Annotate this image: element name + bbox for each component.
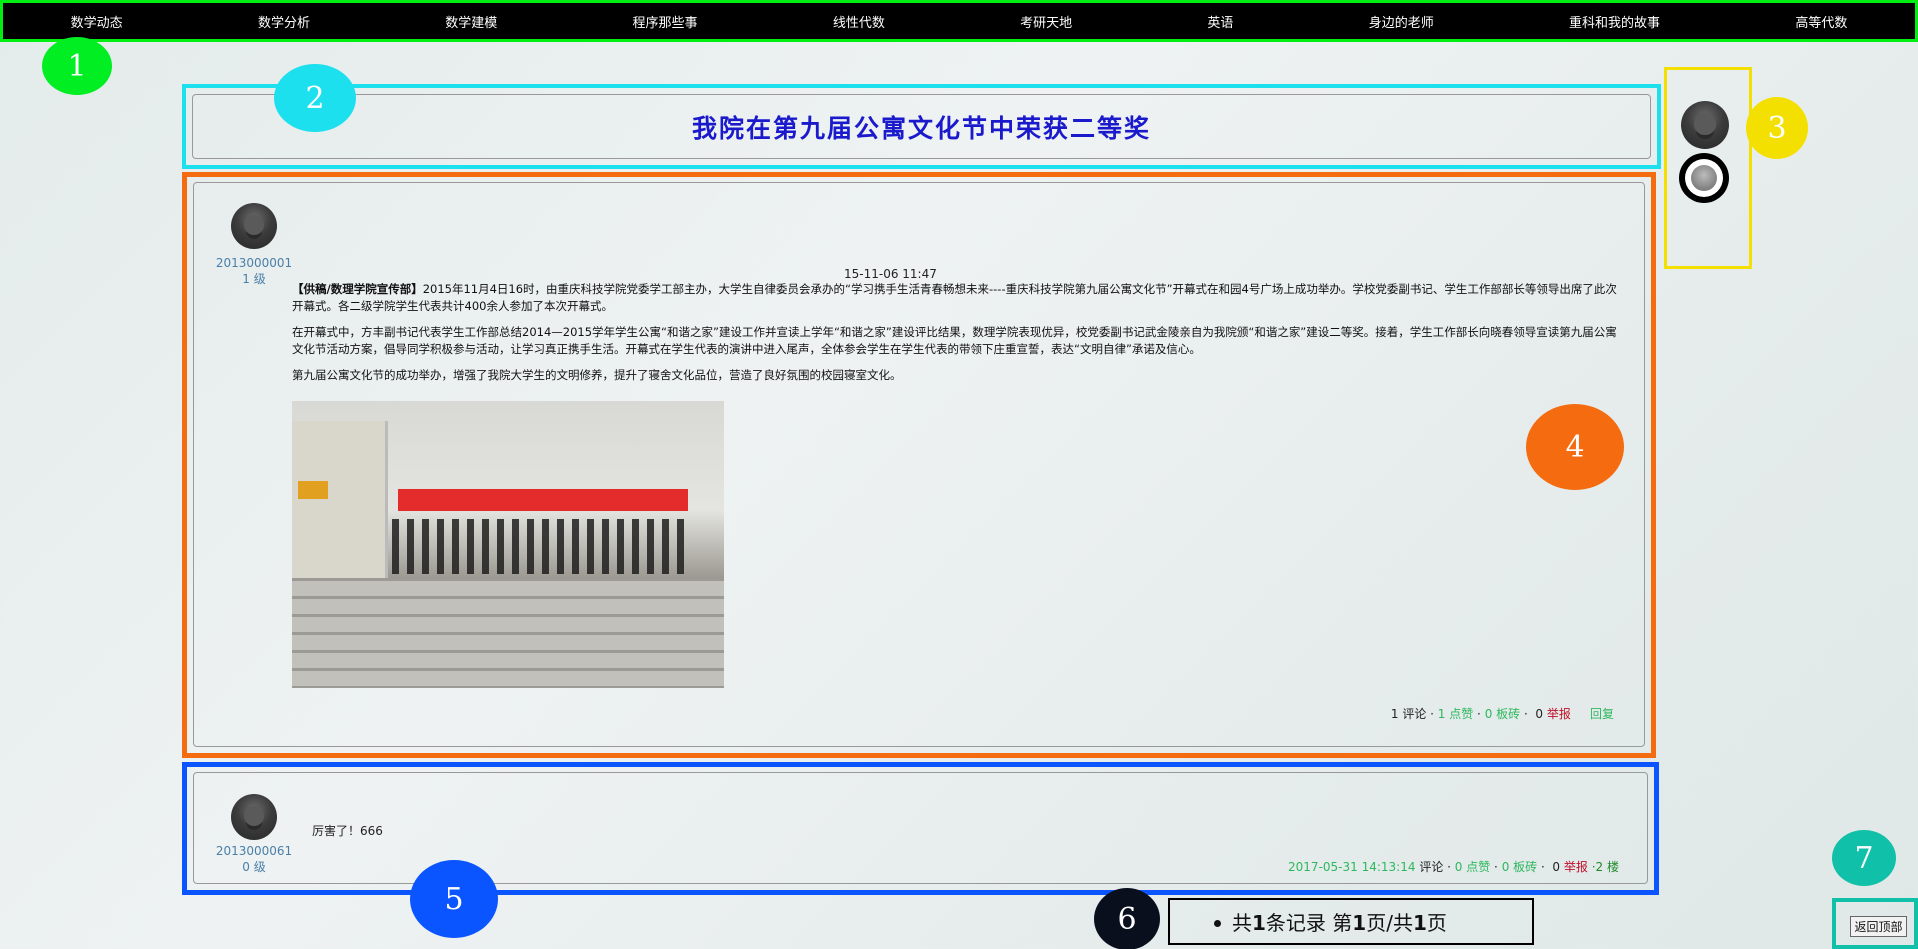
pager-total: 1 xyxy=(1252,911,1266,935)
nav-item-linear-algebra[interactable]: 线性代数 xyxy=(833,12,885,31)
marker-4: 4 xyxy=(1526,404,1624,490)
reply-brick-button[interactable]: 0 板砖 xyxy=(1502,860,1537,874)
reply-comment-button[interactable]: 评论 xyxy=(1419,860,1443,874)
post-paragraph-1: 【供稿/数理学院宣传部】2015年11月4日16时，由重庆科技学院党委学工部主办… xyxy=(292,281,1624,315)
nav-item-math-modeling[interactable]: 数学建模 xyxy=(445,12,497,31)
author-avatar[interactable] xyxy=(231,203,277,249)
nav-item-postgraduate[interactable]: 考研天地 xyxy=(1020,12,1072,31)
nav-item-math-news[interactable]: 数学动态 xyxy=(71,12,123,31)
reply-frame: 2013000061 0 级 厉害了！666 2017-05-31 14:13:… xyxy=(182,762,1659,895)
pagination: 共1条记录 第1页/共1页 xyxy=(1168,898,1534,945)
marker-5: 5 xyxy=(410,860,498,938)
separator: · xyxy=(1426,707,1438,721)
separator: · xyxy=(1537,860,1549,874)
bullet-icon xyxy=(1214,920,1221,927)
separator: · xyxy=(1473,707,1485,721)
photo-building xyxy=(292,421,388,591)
pager-suffix: 页 xyxy=(1426,911,1447,935)
title-frame: 我院在第九届公寓文化节中荣获二等奖 xyxy=(182,84,1661,169)
reply-report-button[interactable]: 举报 xyxy=(1564,860,1588,874)
brick-button[interactable]: 0 板砖 xyxy=(1485,707,1520,721)
pagination-text: 共1条记录 第1页/共1页 xyxy=(1232,907,1447,936)
marker-3: 3 xyxy=(1746,97,1808,159)
title-box: 我院在第九届公寓文化节中荣获二等奖 xyxy=(192,94,1651,159)
reply-time: 2017-05-31 14:13:14 xyxy=(1288,860,1416,874)
avatar-ring xyxy=(1685,159,1723,197)
nav-item-advanced-algebra[interactable]: 高等代数 xyxy=(1795,12,1847,31)
reply-button[interactable]: 回复 xyxy=(1590,707,1614,721)
side-panel xyxy=(1664,67,1752,269)
author-info: 2013000001 1 级 xyxy=(204,255,304,287)
nav-item-my-story[interactable]: 重科和我的故事 xyxy=(1569,12,1660,31)
settings-avatar-icon[interactable] xyxy=(1679,153,1729,203)
reply-avatar[interactable] xyxy=(231,794,277,840)
reply-author-info: 2013000061 0 级 xyxy=(204,843,304,875)
user-avatar[interactable] xyxy=(1681,101,1729,149)
page-title: 我院在第九届公寓文化节中荣获二等奖 xyxy=(691,113,1151,143)
author-level: 1 级 xyxy=(242,272,266,286)
marker-7: 7 xyxy=(1832,830,1896,886)
reply-card: 2013000061 0 级 厉害了！666 2017-05-31 14:13:… xyxy=(193,772,1648,884)
reply-author-id[interactable]: 2013000061 xyxy=(204,843,304,859)
photo-banner xyxy=(398,489,688,511)
reply-report-count: 0 xyxy=(1552,860,1561,874)
nav-item-programming[interactable]: 程序那些事 xyxy=(633,12,698,31)
report-count: 0 xyxy=(1535,707,1544,721)
nav-item-math-analysis[interactable]: 数学分析 xyxy=(258,12,310,31)
reply-stats: 2017-05-31 14:13:14 评论 · 0 点赞 · 0 板砖 · 0… xyxy=(1288,858,1619,875)
pager-mid1: 条记录 第 xyxy=(1265,911,1353,935)
back-to-top-button[interactable]: 返回顶部 xyxy=(1850,916,1907,937)
reply-text: 厉害了！666 xyxy=(312,824,383,838)
post-paragraph-1-text: 2015年11月4日16时，由重庆科技学院党委学工部主办，大学生自律委员会承办的… xyxy=(292,282,1617,313)
marker-1: 1 xyxy=(42,37,112,95)
top-nav: 数学动态 数学分析 数学建模 程序那些事 线性代数 考研天地 英语 身边的老师 … xyxy=(0,0,1918,42)
post-card: 2013000001 1 级 15-11-06 11:47 【供稿/数理学院宣传… xyxy=(193,182,1645,747)
photo-people xyxy=(392,519,692,574)
floor-label: 楼 xyxy=(1606,860,1619,874)
like-button[interactable]: 1 点赞 xyxy=(1438,707,1473,721)
photo-steps xyxy=(292,578,724,688)
post-paragraph-2: 在开幕式中，方丰副书记代表学生工作部总结2014—2015学年学生公寓“和谐之家… xyxy=(292,325,1617,356)
marker-6: 6 xyxy=(1094,888,1160,949)
pager-current-page: 1 xyxy=(1352,911,1367,935)
separator: · xyxy=(1490,860,1502,874)
floor-separator: ·2 xyxy=(1587,860,1607,874)
separator: · xyxy=(1443,860,1455,874)
post-body: 【供稿/数理学院宣传部】2015年11月4日16时，由重庆科技学院党委学工部主办… xyxy=(292,281,1624,393)
pager-total-pages: 1 xyxy=(1412,911,1427,935)
reply-author-level: 0 级 xyxy=(242,860,266,874)
separator: · xyxy=(1520,707,1532,721)
post-paragraph-3: 第九届公寓文化节的成功举办，增强了我院大学生的文明修养，提升了寝舍文化品位，营造… xyxy=(292,368,902,382)
back-to-top-frame: 返回顶部 xyxy=(1832,898,1918,949)
nav-item-english[interactable]: 英语 xyxy=(1207,12,1233,31)
reply-like-button[interactable]: 0 点赞 xyxy=(1455,860,1490,874)
post-time: 15-11-06 11:47 xyxy=(844,267,937,281)
marker-2: 2 xyxy=(274,64,356,132)
post-stats: 1 评论 · 1 点赞 · 0 板砖 · 0 举报 回复 xyxy=(1391,705,1614,722)
post-frame: 2013000001 1 级 15-11-06 11:47 【供稿/数理学院宣传… xyxy=(182,172,1656,758)
post-source: 【供稿/数理学院宣传部】 xyxy=(292,282,423,296)
avatar-inner xyxy=(1691,165,1717,191)
post-photo xyxy=(292,401,724,688)
pager-mid2: 页/共 xyxy=(1366,911,1413,935)
author-id[interactable]: 2013000001 xyxy=(204,255,304,271)
comment-count[interactable]: 1 评论 xyxy=(1391,707,1426,721)
report-button[interactable]: 举报 xyxy=(1547,707,1571,721)
pager-prefix: 共 xyxy=(1232,911,1252,935)
nav-item-teachers[interactable]: 身边的老师 xyxy=(1369,12,1434,31)
